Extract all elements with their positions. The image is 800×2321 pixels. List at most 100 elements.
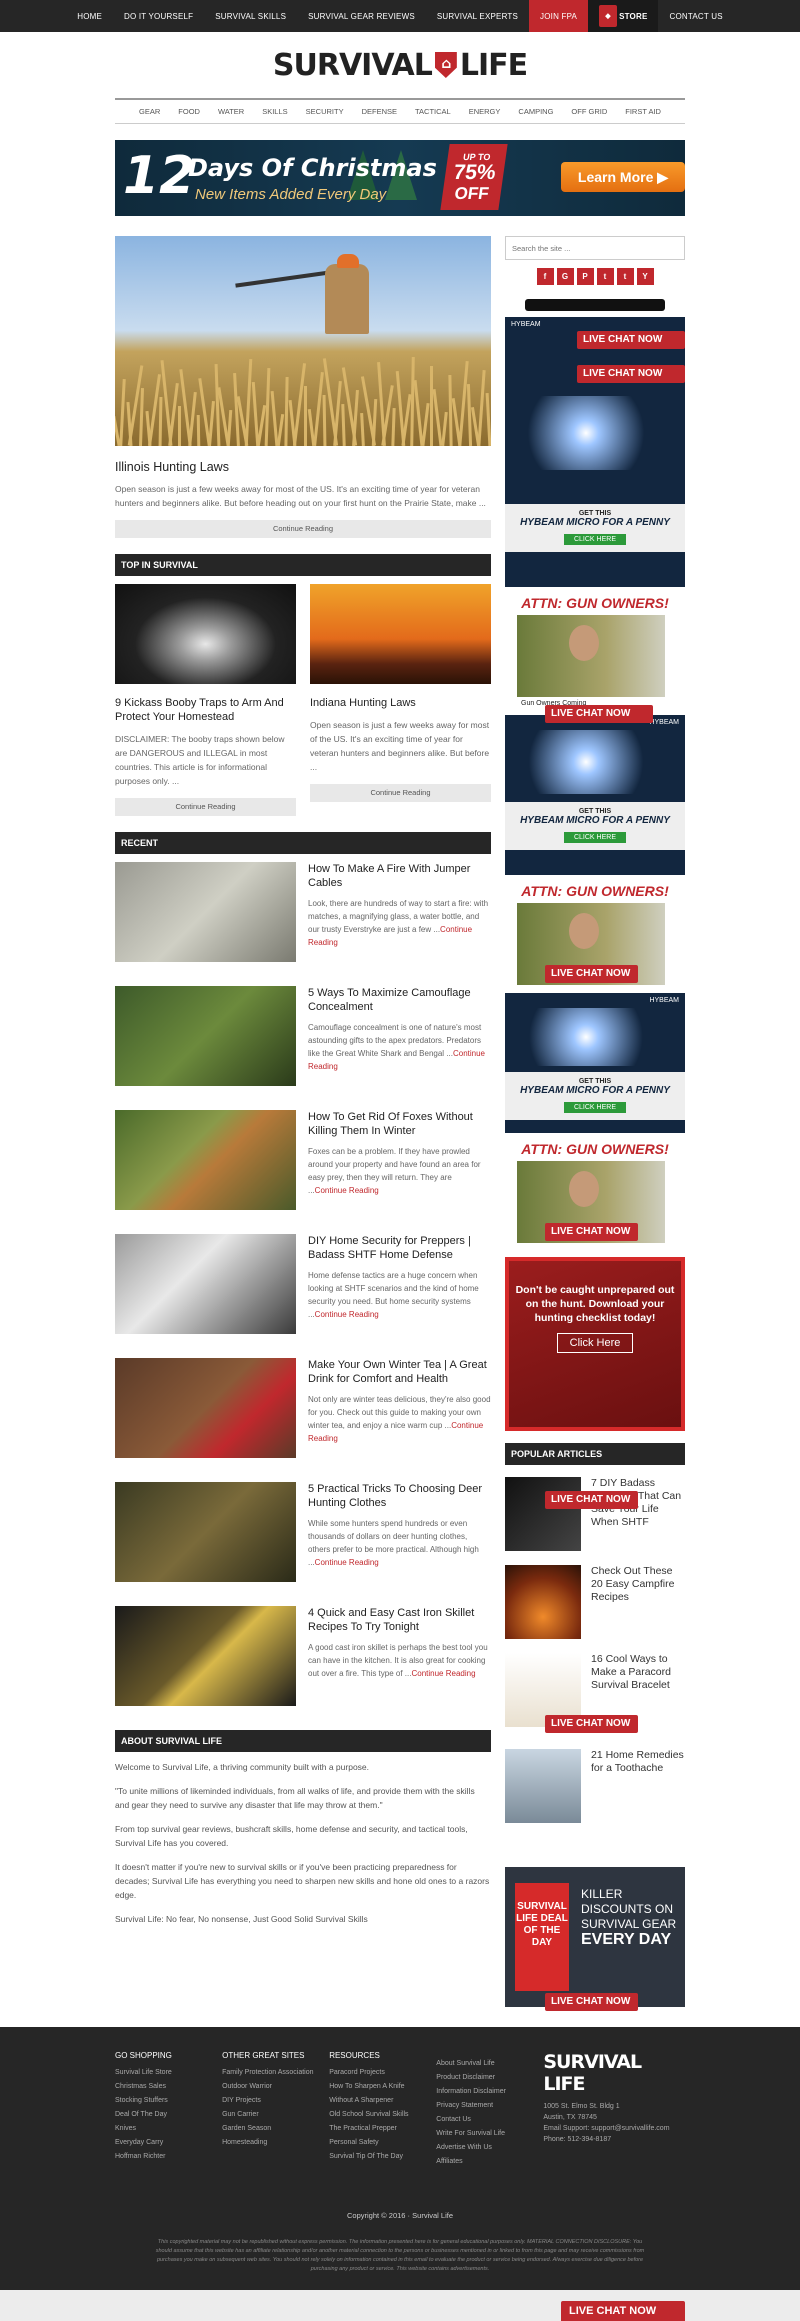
popular-title[interactable]: 21 Home Remedies for a Toothache (591, 1749, 685, 1823)
checklist-click-button[interactable]: Click Here (556, 1333, 634, 1353)
footer-link[interactable]: Hoffman Richter (115, 2150, 208, 2164)
twitter-icon[interactable]: t (616, 268, 634, 285)
recent-post-title[interactable]: 5 Ways To Maximize Camouflage Concealmen… (308, 986, 491, 1014)
footer-link[interactable]: The Practical Prepper (329, 2122, 422, 2136)
top-article-continue-button[interactable]: Continue Reading (115, 798, 296, 816)
gun-owners-ad[interactable]: ATTN: GUN OWNERS! LIVE CHAT NOW (505, 883, 685, 985)
recent-post-thumbnail[interactable] (115, 862, 296, 962)
continue-reading-link[interactable]: Continue Reading (411, 1669, 475, 1678)
category-security[interactable]: SECURITY (297, 107, 353, 116)
recent-post-thumbnail[interactable] (115, 986, 296, 1086)
footer-logo[interactable]: SURVIVAL LIFE (543, 2051, 685, 2095)
footer-link[interactable]: Old School Survival Skills (329, 2108, 422, 2122)
continue-reading-link[interactable]: Continue Reading (315, 1310, 379, 1319)
recent-post-thumbnail[interactable] (115, 1234, 296, 1334)
live-chat-button[interactable]: LIVE CHAT NOW (545, 1993, 639, 2011)
hero-title[interactable]: Illinois Hunting Laws (115, 460, 491, 474)
top-article-image[interactable] (310, 584, 491, 684)
recent-post-title[interactable]: How To Get Rid Of Foxes Without Killing … (308, 1110, 491, 1138)
category-defense[interactable]: DEFENSE (353, 107, 406, 116)
christmas-banner[interactable]: 12 Days Of Christmas New Items Added Eve… (115, 140, 685, 216)
recent-post-title[interactable]: Make Your Own Winter Tea | A Great Drink… (308, 1358, 491, 1386)
footer-link[interactable]: Deal Of The Day (115, 2108, 208, 2122)
hybeam-ad[interactable]: HYBEAM LIVE CHAT NOW LIVE CHAT NOW GET T… (505, 317, 685, 587)
footer-link[interactable]: Write For Survival Life (436, 2127, 529, 2141)
footer-link[interactable]: Knives (115, 2122, 208, 2136)
footer-link[interactable]: Privacy Statement (436, 2099, 529, 2113)
nav-join-fpa[interactable]: JOIN FPA (529, 0, 589, 32)
gun-owners-ad[interactable]: ATTN: GUN OWNERS! Gun Owners Coming (505, 595, 685, 707)
live-chat-button[interactable]: LIVE CHAT NOW (545, 965, 639, 983)
live-chat-button[interactable]: LIVE CHAT NOW (545, 705, 653, 723)
pinterest-icon[interactable]: P (576, 268, 594, 285)
top-article-title[interactable]: Indiana Hunting Laws (310, 696, 491, 710)
live-chat-button[interactable]: LIVE CHAT NOW (545, 1491, 639, 1509)
youtube-icon[interactable]: Y (636, 268, 654, 285)
popular-item[interactable]: 7 DIY Badass Weapons That Can Save Your … (505, 1477, 685, 1551)
penny-click-here-button[interactable]: CLICK HERE (563, 832, 626, 843)
popular-item[interactable]: Check Out These 20 Easy Campfire Recipes (505, 1565, 685, 1639)
footer-link[interactable]: Advertise With Us (436, 2141, 529, 2155)
footer-link[interactable]: Product Disclaimer (436, 2071, 529, 2085)
category-tactical[interactable]: TACTICAL (406, 107, 460, 116)
nav-home[interactable]: HOME (66, 0, 113, 32)
footer-link[interactable]: Contact Us (436, 2113, 529, 2127)
popular-item[interactable]: 16 Cool Ways to Make a Paracord Survival… (505, 1653, 685, 1733)
hero-image[interactable] (115, 236, 491, 446)
hybeam-ad[interactable]: HYBEAM LIVE CHAT NOW GET THIS HYBEAM MIC… (505, 705, 685, 875)
google-plus-icon[interactable]: G (556, 268, 574, 285)
popular-title[interactable]: Check Out These 20 Easy Campfire Recipes (591, 1565, 685, 1639)
footer-link[interactable]: Everyday Carry (115, 2136, 208, 2150)
recent-post-thumbnail[interactable] (115, 1358, 296, 1458)
nav-contact-us[interactable]: CONTACT US (658, 0, 733, 32)
footer-link[interactable]: DIY Projects (222, 2094, 315, 2108)
popular-item[interactable]: 21 Home Remedies for a Toothache (505, 1749, 685, 1823)
footer-link[interactable]: Paracord Projects (329, 2066, 422, 2080)
category-skills[interactable]: SKILLS (253, 107, 296, 116)
top-article-title[interactable]: 9 Kickass Booby Traps to Arm And Protect… (115, 696, 296, 724)
recent-post-title[interactable]: DIY Home Security for Preppers | Badass … (308, 1234, 491, 1262)
recent-post-thumbnail[interactable] (115, 1110, 296, 1210)
footer-link[interactable]: About Survival Life (436, 2057, 529, 2071)
gun-owners-ad[interactable]: ATTN: GUN OWNERS! LIVE CHAT NOW (505, 1141, 685, 1243)
popular-title[interactable]: 7 DIY Badass Weapons That Can Save Your … (591, 1477, 685, 1551)
penny-click-here-button[interactable]: CLICK HERE (563, 534, 626, 545)
category-camping[interactable]: CAMPING (509, 107, 562, 116)
live-chat-button[interactable]: LIVE CHAT NOW (577, 331, 685, 349)
penny-click-here-button[interactable]: CLICK HERE (563, 1102, 626, 1113)
category-energy[interactable]: ENERGY (460, 107, 510, 116)
recent-post-thumbnail[interactable] (115, 1606, 296, 1706)
footer-link[interactable]: Family Protection Association (222, 2066, 315, 2080)
top-article-continue-button[interactable]: Continue Reading (310, 784, 491, 802)
footer-link[interactable]: Information Disclaimer (436, 2085, 529, 2099)
recent-post-title[interactable]: 4 Quick and Easy Cast Iron Skillet Recip… (308, 1606, 491, 1634)
footer-link[interactable]: Gun Carrier (222, 2108, 315, 2122)
hunting-checklist-ad[interactable]: Don't be caught unprepared out on the hu… (505, 1257, 685, 1431)
site-logo[interactable]: SURVIVAL ⌂ LIFE (273, 48, 528, 83)
live-chat-button[interactable]: LIVE CHAT NOW (577, 365, 685, 383)
category-gear[interactable]: GEAR (130, 107, 169, 116)
continue-reading-link[interactable]: Continue Reading (315, 1558, 379, 1567)
deal-of-the-day-ad[interactable]: SURVIVAL LIFE DEAL OF THE DAY KILLER DIS… (505, 1867, 685, 2011)
recent-post-title[interactable]: 5 Practical Tricks To Choosing Deer Hunt… (308, 1482, 491, 1510)
footer-link[interactable]: How To Sharpen A Knife Without A Sharpen… (329, 2080, 422, 2108)
footer-link[interactable]: Outdoor Warrior (222, 2080, 315, 2094)
footer-link[interactable]: Affiliates (436, 2155, 529, 2169)
footer-link[interactable]: Survival Life Store (115, 2066, 208, 2080)
hero-continue-button[interactable]: Continue Reading (115, 520, 491, 538)
facebook-icon[interactable]: f (536, 268, 554, 285)
continue-reading-link[interactable]: Continue Reading (315, 1186, 379, 1195)
recent-post-title[interactable]: How To Make A Fire With Jumper Cables (308, 862, 491, 890)
tumblr-icon[interactable]: t (596, 268, 614, 285)
footer-link[interactable]: Personal Safety (329, 2136, 422, 2150)
hybeam-ad[interactable]: HYBEAM GET THIS HYBEAM MICRO FOR A PENNY… (505, 993, 685, 1133)
live-chat-button[interactable]: LIVE CHAT NOW (545, 1223, 639, 1241)
footer-link[interactable]: Christmas Sales (115, 2080, 208, 2094)
category-food[interactable]: FOOD (169, 107, 209, 116)
category-off-grid[interactable]: OFF GRID (562, 107, 616, 116)
nav-gear-reviews[interactable]: SURVIVAL GEAR REVIEWS (297, 0, 426, 32)
footer-link[interactable]: Survival Tip Of The Day (329, 2150, 422, 2164)
learn-more-button[interactable]: Learn More ▶ (561, 162, 685, 192)
nav-survival-skills[interactable]: SURVIVAL SKILLS (204, 0, 297, 32)
live-chat-button[interactable]: LIVE CHAT NOW (545, 1715, 639, 1733)
